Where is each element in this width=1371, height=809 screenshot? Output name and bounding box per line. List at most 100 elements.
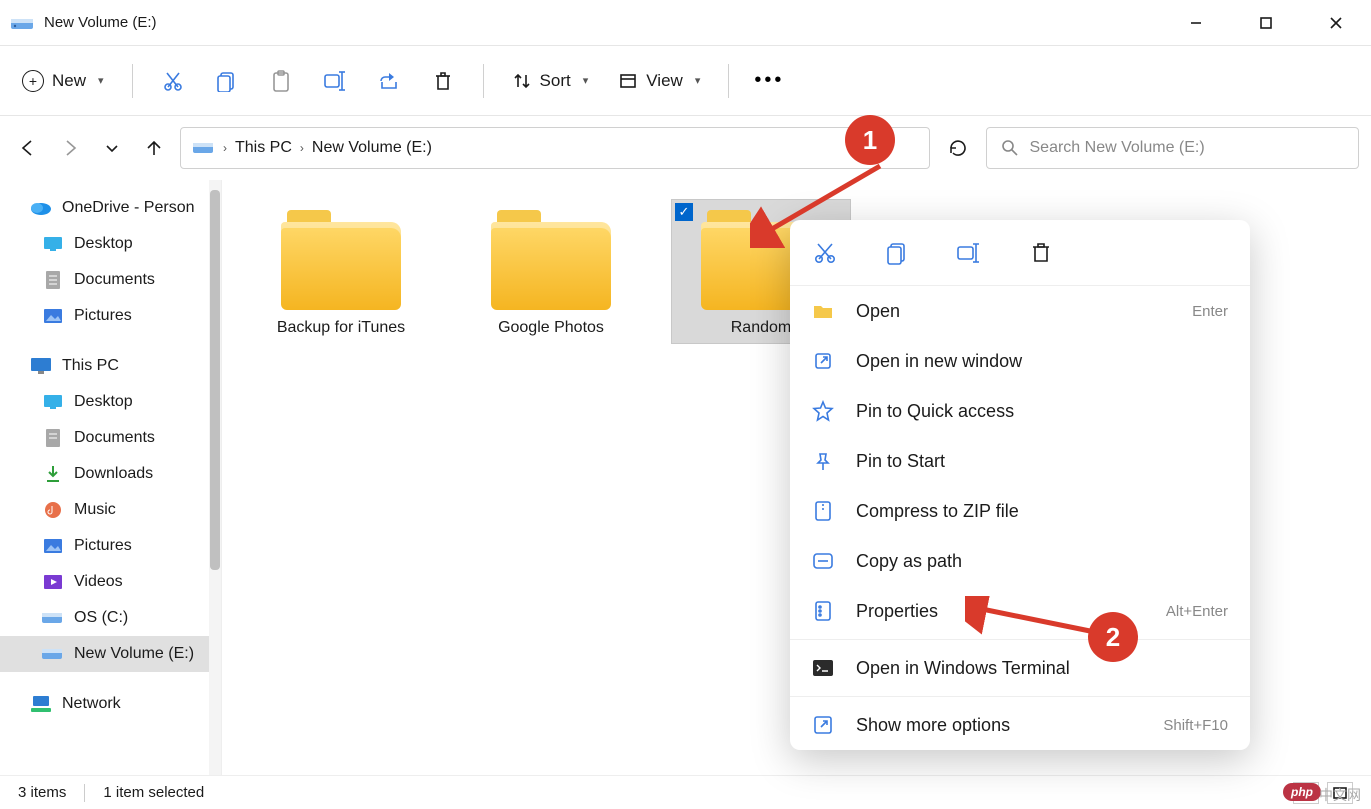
folder-icon: [491, 210, 611, 310]
ctx-label: Properties: [856, 601, 1144, 622]
sidebar-network[interactable]: Network: [0, 686, 221, 722]
drive-icon: [42, 608, 64, 628]
status-selected: 1 item selected: [103, 784, 204, 801]
status-bar: 3 items 1 item selected: [0, 775, 1371, 809]
share-button[interactable]: [365, 61, 413, 101]
toolbar-divider: [132, 64, 133, 98]
ctx-compress-zip[interactable]: Compress to ZIP file: [790, 486, 1250, 536]
sidebar-od-desktop[interactable]: Desktop: [0, 226, 221, 262]
documents-icon: [42, 428, 64, 448]
sidebar-label: Pictures: [74, 307, 132, 325]
sidebar-pc-documents[interactable]: Documents: [0, 420, 221, 456]
ctx-properties[interactable]: Properties Alt+Enter: [790, 586, 1250, 636]
sidebar-label: Music: [74, 501, 116, 519]
sidebar-pc-downloads[interactable]: Downloads: [0, 456, 221, 492]
ctx-open-terminal[interactable]: Open in Windows Terminal: [790, 643, 1250, 693]
ctx-label: Open in new window: [856, 351, 1228, 372]
properties-icon: [812, 600, 834, 622]
sidebar-label: Pictures: [74, 537, 132, 555]
paste-button[interactable]: [257, 61, 305, 101]
zip-icon: [812, 500, 834, 522]
breadcrumb-thispc[interactable]: This PC: [235, 139, 292, 157]
cut-button[interactable]: [149, 61, 197, 101]
star-icon: [812, 400, 834, 422]
pc-icon: [30, 356, 52, 376]
sidebar-label: Videos: [74, 573, 123, 591]
sidebar-thispc[interactable]: This PC: [0, 348, 221, 384]
chevron-down-icon: ▾: [695, 74, 701, 87]
sidebar-od-documents[interactable]: Documents: [0, 262, 221, 298]
address-bar[interactable]: › This PC › New Volume (E:): [180, 127, 930, 169]
new-button[interactable]: + New ▾: [10, 61, 116, 101]
sidebar-onedrive[interactable]: OneDrive - Person: [0, 190, 221, 226]
ctx-icon-row: [790, 220, 1250, 286]
search-input[interactable]: [1030, 139, 1345, 157]
delete-button[interactable]: [419, 61, 467, 101]
sidebar-pc-desktop[interactable]: Desktop: [0, 384, 221, 420]
pictures-icon: [42, 536, 64, 556]
ctx-copy-path[interactable]: Copy as path: [790, 536, 1250, 586]
minimize-button[interactable]: [1161, 0, 1231, 46]
toolbar: + New ▾ Sort ▾ View ▾ •••: [0, 46, 1371, 116]
ctx-open[interactable]: Open Enter: [790, 286, 1250, 336]
scrollbar-thumb[interactable]: [210, 190, 220, 570]
desktop-icon: [42, 234, 64, 254]
breadcrumb-volume[interactable]: New Volume (E:): [312, 139, 432, 157]
more-button[interactable]: •••: [745, 61, 793, 101]
terminal-icon: [812, 657, 834, 679]
new-label: New: [52, 71, 86, 91]
ctx-separator: [790, 696, 1250, 697]
sidebar-label: Documents: [74, 429, 155, 447]
sidebar-scrollbar[interactable]: [209, 180, 221, 775]
sidebar-label: Documents: [74, 271, 155, 289]
sidebar-pc-music[interactable]: Music: [0, 492, 221, 528]
ctx-pin-start[interactable]: Pin to Start: [790, 436, 1250, 486]
folder-backup-itunes[interactable]: Backup for iTunes: [252, 200, 430, 343]
close-button[interactable]: [1301, 0, 1371, 46]
context-menu: Open Enter Open in new window Pin to Qui…: [790, 220, 1250, 750]
ctx-hint: Shift+F10: [1163, 717, 1228, 734]
folder-google-photos[interactable]: Google Photos: [462, 200, 640, 343]
ctx-copy-button[interactable]: [880, 236, 914, 270]
sidebar-pc-pictures[interactable]: Pictures: [0, 528, 221, 564]
chevron-right-icon: ›: [223, 141, 227, 155]
ctx-label: Open: [856, 301, 1170, 322]
ctx-rename-button[interactable]: [952, 236, 986, 270]
sidebar-label: Desktop: [74, 393, 133, 411]
view-button[interactable]: View ▾: [606, 61, 712, 101]
videos-icon: [42, 572, 64, 592]
more-icon: [812, 714, 834, 736]
folder-name: Backup for iTunes: [277, 316, 405, 339]
ctx-label: Show more options: [856, 715, 1141, 736]
sidebar-pc-videos[interactable]: Videos: [0, 564, 221, 600]
sidebar-label: New Volume (E:): [74, 645, 194, 663]
onedrive-icon: [30, 198, 52, 218]
maximize-button[interactable]: [1231, 0, 1301, 46]
ctx-separator: [790, 639, 1250, 640]
ctx-open-new-window[interactable]: Open in new window: [790, 336, 1250, 386]
ctx-cut-button[interactable]: [808, 236, 842, 270]
pin-icon: [812, 450, 834, 472]
copy-button[interactable]: [203, 61, 251, 101]
copy-path-icon: [812, 550, 834, 572]
ctx-show-more[interactable]: Show more options Shift+F10: [790, 700, 1250, 750]
search-box[interactable]: [986, 127, 1359, 169]
up-button[interactable]: [138, 132, 170, 164]
status-separator: [84, 784, 85, 802]
sidebar-pc-newvolume[interactable]: New Volume (E:): [0, 636, 221, 672]
sidebar-pc-osc[interactable]: OS (C:): [0, 600, 221, 636]
recent-dropdown[interactable]: [96, 132, 128, 164]
refresh-button[interactable]: [940, 130, 976, 166]
ctx-label: Copy as path: [856, 551, 1228, 572]
sidebar-od-pictures[interactable]: Pictures: [0, 298, 221, 334]
sort-button[interactable]: Sort ▾: [500, 61, 601, 101]
ctx-delete-button[interactable]: [1024, 236, 1058, 270]
folder-name: Google Photos: [498, 316, 604, 339]
ctx-pin-quick[interactable]: Pin to Quick access: [790, 386, 1250, 436]
rename-button[interactable]: [311, 61, 359, 101]
ctx-label: Compress to ZIP file: [856, 501, 1228, 522]
back-button[interactable]: [12, 132, 44, 164]
chevron-down-icon: ▾: [583, 74, 589, 87]
forward-button[interactable]: [54, 132, 86, 164]
toolbar-divider: [483, 64, 484, 98]
